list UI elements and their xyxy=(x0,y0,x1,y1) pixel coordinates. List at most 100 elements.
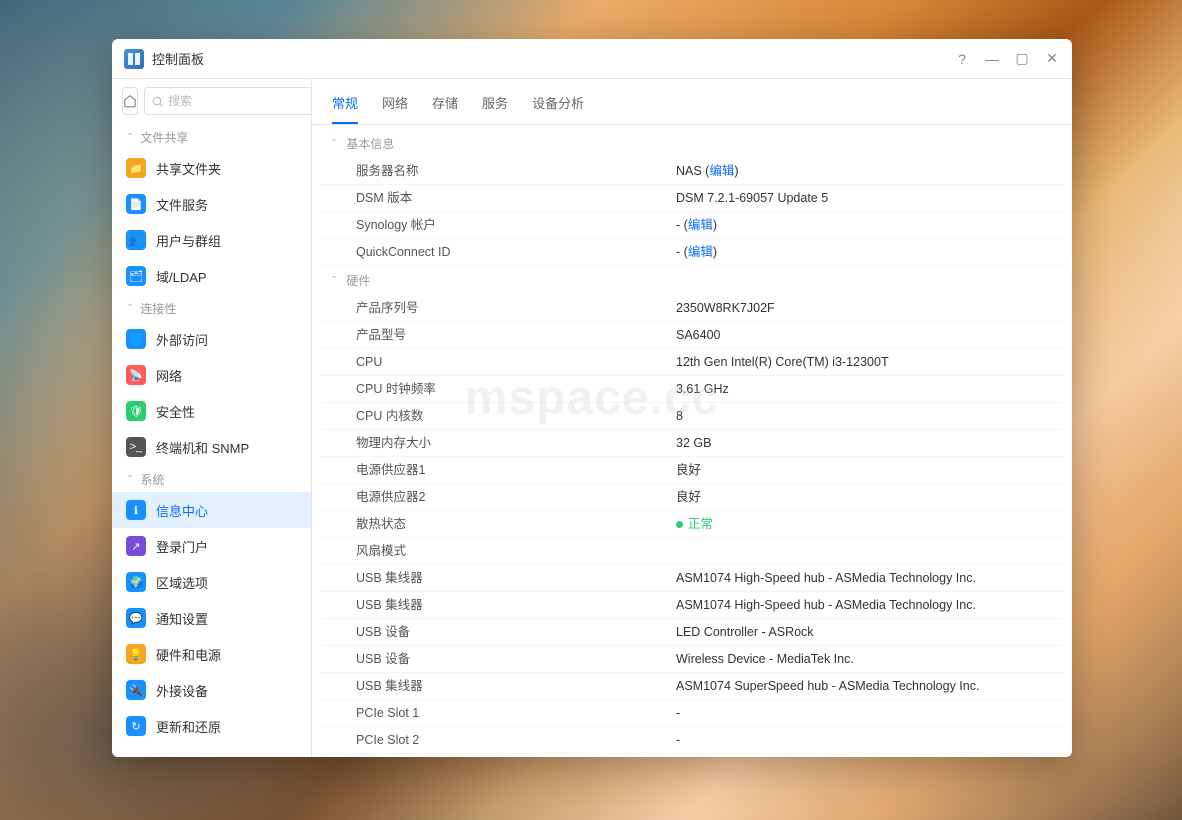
row-label: USB 设备 xyxy=(356,623,676,641)
sidebar-item[interactable]: ↻更新和还原 xyxy=(112,708,311,744)
nav-icon: 🌍 xyxy=(126,572,146,592)
nav-label: 外接设备 xyxy=(156,681,208,700)
sidebar-item[interactable]: 🔌外接设备 xyxy=(112,672,311,708)
home-button[interactable] xyxy=(122,87,138,115)
row-value: - (编辑) xyxy=(676,216,1054,234)
nav-label: 外部访问 xyxy=(156,330,208,349)
chevron-up-icon: ⌃ xyxy=(126,132,134,143)
row-value: 8 xyxy=(676,407,1054,425)
group-header[interactable]: ⌃基本信息 xyxy=(322,129,1062,158)
sidebar-item[interactable]: 💡硬件和电源 xyxy=(112,636,311,672)
titlebar: 控制面板 ? — ▢ ✕ xyxy=(112,39,1072,79)
row-value: 2350W8RK7J02F xyxy=(676,299,1054,317)
row-label: USB 集线器 xyxy=(356,596,676,614)
row-label: 产品序列号 xyxy=(356,299,676,317)
sidebar-item[interactable]: 💬通知设置 xyxy=(112,600,311,636)
sidebar-item[interactable]: >_终端机和 SNMP xyxy=(112,429,311,465)
sidebar-item[interactable]: 📁 共享文件夹 xyxy=(112,150,311,186)
edit-link[interactable]: 编辑 xyxy=(688,218,713,232)
nav-label: 用户与群组 xyxy=(156,231,221,250)
info-row: USB 集线器ASM1074 SuperSpeed hub - ASMedia … xyxy=(322,673,1062,700)
nav-label: 域/LDAP xyxy=(156,267,207,286)
sidebar-item[interactable]: 🌐 外部访问 xyxy=(112,321,311,357)
row-value: ASM1074 SuperSpeed hub - ASMedia Technol… xyxy=(676,677,1054,695)
nav-label: 网络 xyxy=(156,366,182,385)
info-row: 物理内存大小32 GB xyxy=(322,430,1062,457)
row-value: 32 GB xyxy=(676,434,1054,452)
control-panel-window: 控制面板 ? — ▢ ✕ ⌃文件共享 📁 共享文件夹 📄文件服务 👥 用户与群组 🗂 域/LD… xyxy=(112,39,1072,757)
nav-icon: ℹ xyxy=(126,500,146,520)
sidebar-list[interactable]: ⌃文件共享 📁 共享文件夹 📄文件服务 👥 用户与群组 🗂 域/LDAP ⌃ 连接性 🌐 外部访问 📡 网… xyxy=(112,123,311,757)
sidebar-item[interactable]: ↗登录门户 xyxy=(112,528,311,564)
row-label: USB 设备 xyxy=(356,650,676,668)
minimize-button[interactable]: — xyxy=(984,51,1000,67)
tab-bar: 常规网络存储服务设备分析 xyxy=(312,79,1072,125)
group-label: 硬件 xyxy=(346,272,370,289)
row-label: PCIe Slot 1 xyxy=(356,704,676,722)
row-label: CPU 时钟频率 xyxy=(356,380,676,398)
row-label: 物理内存大小 xyxy=(356,434,676,452)
row-label: Synology 帐户 xyxy=(356,216,676,234)
group-header[interactable]: ⌃ 硬件 xyxy=(322,266,1062,295)
tab[interactable]: 常规 xyxy=(332,89,358,124)
sidebar-item[interactable]: 🗂 域/LDAP xyxy=(112,258,311,294)
row-label: USB 集线器 xyxy=(356,677,676,695)
section-header[interactable]: ⌃ 连接性 xyxy=(112,294,311,321)
row-label: 产品型号 xyxy=(356,326,676,344)
sidebar-item[interactable]: 👥 用户与群组 xyxy=(112,222,311,258)
nav-icon: 🗂 xyxy=(126,266,146,286)
section-label: 连接性 xyxy=(140,300,176,317)
sidebar-item[interactable]: ℹ信息中心 xyxy=(112,492,311,528)
info-row: PCIe Slot 2- xyxy=(322,727,1062,754)
edit-link[interactable]: 编辑 xyxy=(709,164,734,178)
section-label: 系统 xyxy=(140,471,164,488)
nav-icon: 👥 xyxy=(126,230,146,250)
row-label: CPU xyxy=(356,353,676,371)
info-row: Synology 帐户- (编辑) xyxy=(322,212,1062,239)
close-button[interactable]: ✕ xyxy=(1044,51,1060,67)
info-row: USB 设备Wireless Device - MediaTek Inc. xyxy=(322,646,1062,673)
sidebar: ⌃文件共享 📁 共享文件夹 📄文件服务 👥 用户与群组 🗂 域/LDAP ⌃ 连接性 🌐 外部访问 📡 网… xyxy=(112,79,312,757)
tab[interactable]: 服务 xyxy=(482,89,508,124)
help-button[interactable]: ? xyxy=(954,51,970,67)
sidebar-item[interactable]: 🌍区域选项 xyxy=(112,564,311,600)
chevron-up-icon: ⌃ xyxy=(126,303,134,314)
search-box[interactable] xyxy=(144,87,312,115)
row-value: ASM1074 High-Speed hub - ASMedia Technol… xyxy=(676,596,1054,614)
chevron-up-icon: ⌃ xyxy=(330,275,338,286)
info-row: 电源供应器2良好 xyxy=(322,484,1062,511)
nav-label: 共享文件夹 xyxy=(156,159,221,178)
tab[interactable]: 设备分析 xyxy=(532,89,584,124)
sidebar-item[interactable]: 📄文件服务 xyxy=(112,186,311,222)
content-pane: 常规网络存储服务设备分析 mspace.cc ⌃基本信息服务器名称NAS (编辑… xyxy=(312,79,1072,757)
sidebar-item[interactable]: 🛡安全性 xyxy=(112,393,311,429)
search-input[interactable] xyxy=(168,94,312,108)
nav-icon: ↻ xyxy=(126,716,146,736)
section-header[interactable]: ⌃系统 xyxy=(112,465,311,492)
row-value: NAS (编辑) xyxy=(676,162,1054,180)
row-label: PCIe Slot 2 xyxy=(356,731,676,749)
info-row: 产品序列号2350W8RK7J02F xyxy=(322,295,1062,322)
info-list[interactable]: mspace.cc ⌃基本信息服务器名称NAS (编辑)DSM 版本DSM 7.… xyxy=(312,125,1072,757)
nav-icon: 📡 xyxy=(126,365,146,385)
group-header[interactable]: ⌃时间信息 xyxy=(322,754,1062,757)
info-row: USB 集线器ASM1074 High-Speed hub - ASMedia … xyxy=(322,592,1062,619)
info-row: QuickConnect ID- (编辑) xyxy=(322,239,1062,266)
row-value: 良好 xyxy=(676,461,1054,479)
edit-link[interactable]: 编辑 xyxy=(688,245,713,259)
row-value: - xyxy=(676,704,1054,722)
info-row: CPU12th Gen Intel(R) Core(TM) i3-12300T xyxy=(322,349,1062,376)
info-row: 散热状态正常 xyxy=(322,511,1062,538)
nav-icon: 📄 xyxy=(126,194,146,214)
info-row: CPU 内核数8 xyxy=(322,403,1062,430)
row-label: CPU 内核数 xyxy=(356,407,676,425)
sidebar-item[interactable]: 📡 网络 xyxy=(112,357,311,393)
tab[interactable]: 网络 xyxy=(382,89,408,124)
row-label: 电源供应器1 xyxy=(356,461,676,479)
section-header[interactable]: ⌃文件共享 xyxy=(112,123,311,150)
maximize-button[interactable]: ▢ xyxy=(1014,51,1030,67)
nav-icon: 🌐 xyxy=(126,329,146,349)
tab[interactable]: 存储 xyxy=(432,89,458,124)
nav-icon: 📁 xyxy=(126,158,146,178)
info-row: 产品型号SA6400 xyxy=(322,322,1062,349)
